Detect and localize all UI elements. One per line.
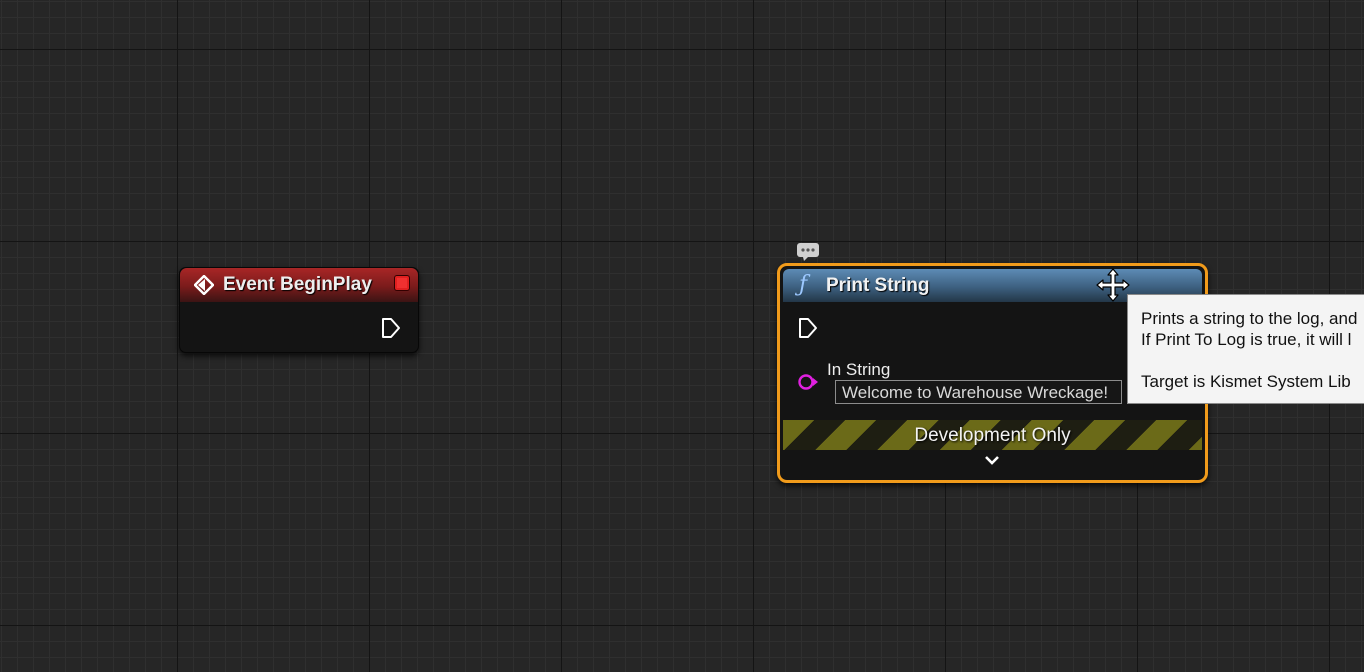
- in-string-input[interactable]: Welcome to Warehouse Wreckage!: [835, 380, 1122, 404]
- in-string-pin[interactable]: [797, 371, 819, 393]
- tooltip-line-1: Prints a string to the log, and: [1141, 309, 1358, 328]
- exec-input-pin[interactable]: [797, 316, 819, 340]
- print-string-tooltip: Prints a string to the log, and If Print…: [1127, 294, 1364, 404]
- event-beginplay-node[interactable]: Event BeginPlay: [179, 267, 419, 353]
- event-node-title: Event BeginPlay: [223, 274, 372, 295]
- tooltip-line-3: Target is Kismet System Lib: [1141, 372, 1351, 391]
- print-node-title: Print String: [826, 275, 930, 296]
- event-node-header[interactable]: Event BeginPlay: [180, 268, 418, 302]
- delegate-output-pin[interactable]: [395, 276, 409, 290]
- function-icon: ƒ: [799, 272, 808, 297]
- comment-bubble-icon[interactable]: [796, 242, 820, 262]
- development-only-banner: Development Only: [783, 420, 1202, 450]
- chevron-down-icon[interactable]: [982, 454, 1002, 468]
- development-only-label: Development Only: [914, 425, 1071, 446]
- in-string-label: In String: [827, 360, 891, 379]
- tooltip-line-2: If Print To Log is true, it will l: [1141, 330, 1352, 349]
- exec-output-pin[interactable]: [380, 316, 402, 340]
- event-icon: [194, 275, 214, 295]
- move-cursor-icon: [1096, 268, 1130, 302]
